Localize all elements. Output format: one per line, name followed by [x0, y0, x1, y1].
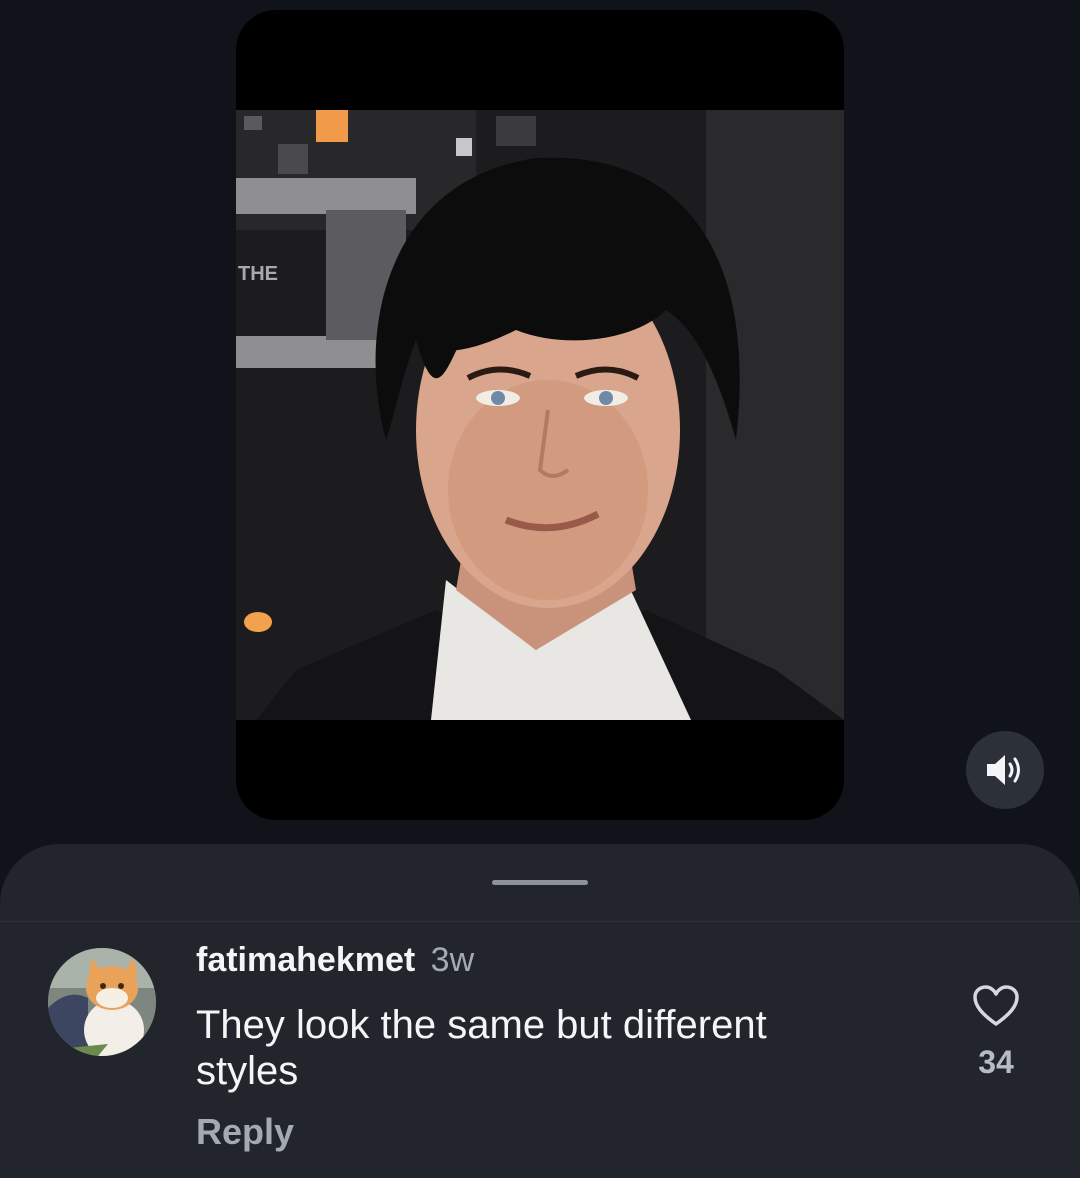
sheet-drag-handle[interactable]: [492, 880, 588, 885]
comments-sheet: fatimahekmet 3w They look the same but d…: [0, 844, 1080, 1178]
portrait-photo[interactable]: THE: [236, 110, 844, 720]
comment-username[interactable]: fatimahekmet: [196, 941, 415, 979]
reply-button[interactable]: Reply: [196, 1110, 896, 1154]
media-viewer[interactable]: THE: [236, 10, 844, 820]
sign-text: THE: [238, 263, 278, 285]
comment-body: fatimahekmet 3w They look the same but d…: [196, 940, 896, 1154]
volume-button[interactable]: [966, 731, 1044, 809]
comment-timestamp: 3w: [430, 941, 475, 979]
comment-item: fatimahekmet 3w They look the same but d…: [0, 922, 1080, 1178]
like-button[interactable]: [972, 984, 1020, 1033]
heart-outline-icon: [973, 985, 1019, 1026]
cat-avatar-image: [48, 948, 156, 1056]
portrait-image: THE: [236, 110, 844, 720]
comment-text: They look the same but different styles: [196, 1003, 767, 1093]
screen: THE fatimahekmet 3w They look the same b…: [0, 0, 1080, 1178]
avatar[interactable]: [48, 948, 156, 1056]
comment-header: fatimahekmet 3w: [196, 940, 896, 980]
speaker-volume-icon: [987, 755, 1020, 785]
like-count: 34: [978, 1044, 1014, 1080]
like-group: 34: [962, 984, 1030, 1081]
